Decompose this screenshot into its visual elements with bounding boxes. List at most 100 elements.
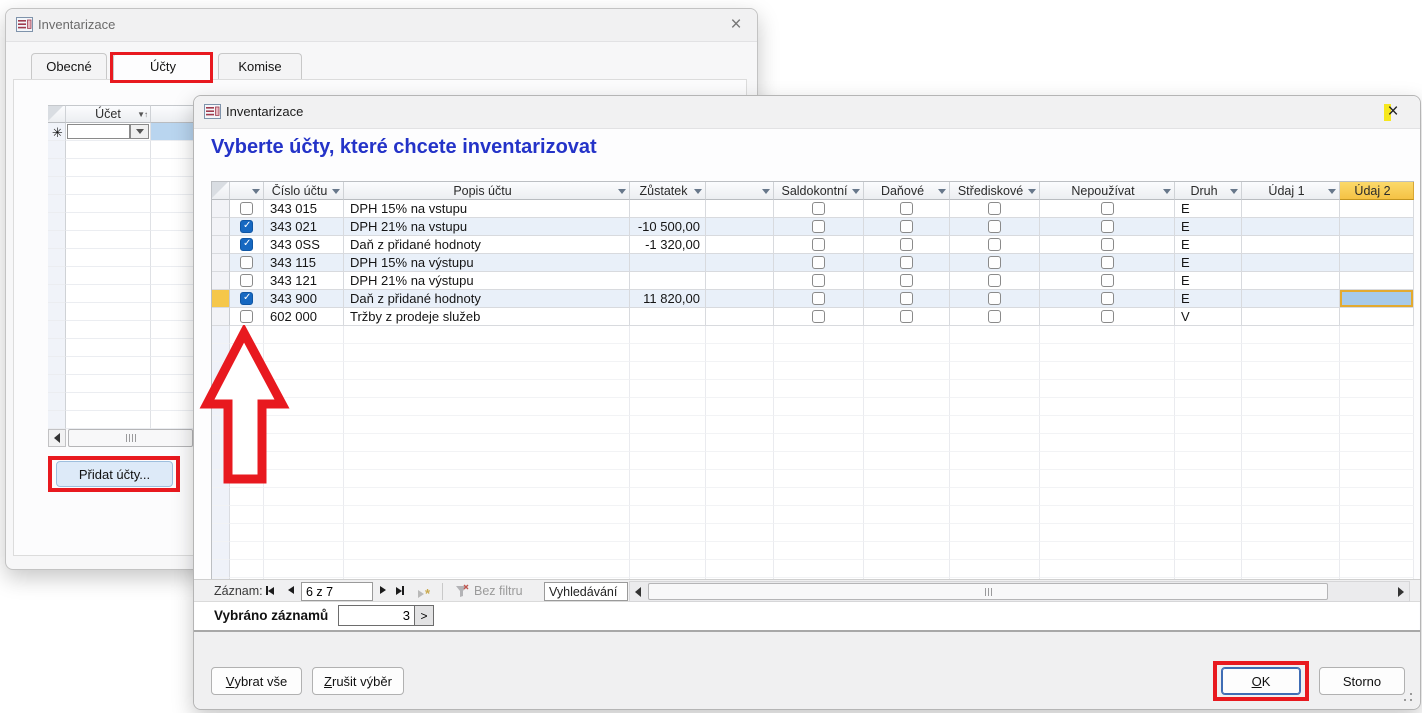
- empty-grid-cell[interactable]: [950, 362, 1040, 380]
- new-record-selector[interactable]: ✳: [48, 123, 66, 141]
- previous-record-button[interactable]: [288, 586, 294, 594]
- empty-grid-cell[interactable]: [706, 362, 774, 380]
- empty-grid-cell[interactable]: [864, 326, 950, 344]
- empty-grid-cell[interactable]: [630, 452, 706, 470]
- record-position-box[interactable]: [301, 582, 373, 601]
- cell-udaj1[interactable]: [1242, 200, 1340, 218]
- empty-grid-cell[interactable]: [230, 524, 264, 542]
- empty-grid-cell[interactable]: [344, 434, 630, 452]
- expand-selection-button[interactable]: >: [414, 605, 434, 626]
- dialog-titlebar[interactable]: Inventarizace ×: [194, 96, 1420, 129]
- cell-account-number[interactable]: 602 000: [264, 308, 344, 326]
- empty-grid-cell[interactable]: [344, 560, 630, 578]
- checkbox-checked[interactable]: [240, 292, 253, 305]
- filter-dropdown-icon[interactable]: [852, 189, 860, 194]
- mini-empty-cell[interactable]: [48, 195, 66, 213]
- empty-grid-cell[interactable]: [1175, 380, 1242, 398]
- column-header-blank[interactable]: [230, 182, 264, 200]
- filter-dropdown-icon[interactable]: [1163, 189, 1171, 194]
- empty-grid-cell[interactable]: [1242, 560, 1340, 578]
- cell-balance[interactable]: [630, 272, 706, 290]
- empty-grid-cell[interactable]: [1040, 470, 1175, 488]
- mini-empty-cell[interactable]: [66, 231, 151, 249]
- checkbox-checked[interactable]: [240, 238, 253, 251]
- cell-blank[interactable]: [706, 254, 774, 272]
- empty-grid-cell[interactable]: [230, 560, 264, 578]
- empty-grid-cell[interactable]: [774, 326, 864, 344]
- mini-empty-cell[interactable]: [66, 357, 151, 375]
- cell-saldokontni[interactable]: [774, 272, 864, 290]
- mini-empty-cell[interactable]: [66, 177, 151, 195]
- empty-grid-cell[interactable]: [950, 434, 1040, 452]
- checkbox-unchecked[interactable]: [988, 220, 1001, 233]
- empty-grid-cell[interactable]: [774, 560, 864, 578]
- cell-saldokontni[interactable]: [774, 290, 864, 308]
- empty-grid-cell[interactable]: [706, 416, 774, 434]
- empty-grid-cell[interactable]: [774, 380, 864, 398]
- checkbox-unchecked[interactable]: [812, 238, 825, 251]
- mini-empty-cell[interactable]: [66, 393, 151, 411]
- empty-grid-cell[interactable]: [706, 542, 774, 560]
- empty-grid-cell[interactable]: [630, 434, 706, 452]
- empty-grid-cell[interactable]: [630, 398, 706, 416]
- row-selector[interactable]: [212, 308, 230, 326]
- empty-grid-cell[interactable]: [630, 344, 706, 362]
- checkbox-unchecked[interactable]: [988, 256, 1001, 269]
- empty-grid-cell[interactable]: [706, 524, 774, 542]
- checkbox-unchecked[interactable]: [988, 238, 1001, 251]
- empty-grid-cell[interactable]: [1175, 488, 1242, 506]
- empty-grid-cell[interactable]: [1175, 416, 1242, 434]
- cancel-button[interactable]: Storno: [1319, 667, 1405, 695]
- column-header-daňové[interactable]: Daňové: [864, 182, 950, 200]
- empty-grid-cell[interactable]: [864, 416, 950, 434]
- empty-grid-cell[interactable]: [630, 470, 706, 488]
- column-header-číslo-účtu[interactable]: Číslo účtu: [264, 182, 344, 200]
- empty-grid-cell[interactable]: [1175, 542, 1242, 560]
- empty-grid-cell[interactable]: [1040, 416, 1175, 434]
- cell-strediskove[interactable]: [950, 200, 1040, 218]
- mini-grid-corner[interactable]: [48, 105, 66, 123]
- cell-account-number[interactable]: 343 121: [264, 272, 344, 290]
- mini-scrollbar-left-arrow[interactable]: [48, 429, 66, 447]
- empty-grid-cell[interactable]: [1242, 542, 1340, 560]
- cell-nepouzivat[interactable]: [1040, 218, 1175, 236]
- checkbox-unchecked[interactable]: [988, 310, 1001, 323]
- empty-grid-cell[interactable]: [1040, 524, 1175, 542]
- checkbox-unchecked[interactable]: [240, 202, 253, 215]
- filter-dropdown-icon[interactable]: [762, 189, 770, 194]
- row-checkbox-cell[interactable]: [230, 308, 264, 326]
- next-record-button[interactable]: [380, 586, 386, 594]
- empty-grid-cell[interactable]: [1340, 434, 1414, 452]
- empty-grid-cell[interactable]: [1175, 326, 1242, 344]
- empty-grid-cell[interactable]: [344, 326, 630, 344]
- checkbox-unchecked[interactable]: [900, 310, 913, 323]
- empty-grid-cell[interactable]: [950, 470, 1040, 488]
- empty-grid-cell[interactable]: [864, 362, 950, 380]
- checkbox-unchecked[interactable]: [240, 310, 253, 323]
- checkbox-unchecked[interactable]: [1101, 310, 1114, 323]
- cell-strediskove[interactable]: [950, 254, 1040, 272]
- empty-grid-cell[interactable]: [864, 452, 950, 470]
- empty-grid-cell[interactable]: [950, 560, 1040, 578]
- cell-udaj2[interactable]: [1340, 218, 1414, 236]
- last-record-button[interactable]: [396, 586, 404, 595]
- empty-grid-cell[interactable]: [774, 416, 864, 434]
- row-selector[interactable]: [212, 272, 230, 290]
- column-header-saldokontní[interactable]: Saldokontní: [774, 182, 864, 200]
- mini-empty-cell[interactable]: [48, 321, 66, 339]
- select-all-button[interactable]: Vybrat vše: [211, 667, 302, 695]
- empty-grid-cell[interactable]: [706, 506, 774, 524]
- empty-grid-cell[interactable]: [706, 488, 774, 506]
- mini-empty-cell[interactable]: [48, 339, 66, 357]
- mini-empty-cell[interactable]: [48, 411, 66, 429]
- column-header-blank[interactable]: [706, 182, 774, 200]
- cell-account-description[interactable]: Tržby z prodeje služeb: [344, 308, 630, 326]
- checkbox-unchecked[interactable]: [812, 256, 825, 269]
- mini-empty-cell[interactable]: [48, 231, 66, 249]
- empty-grid-cell[interactable]: [212, 560, 230, 578]
- account-combo-input[interactable]: [67, 124, 130, 139]
- mini-empty-cell[interactable]: [66, 321, 151, 339]
- empty-grid-cell[interactable]: [864, 542, 950, 560]
- empty-grid-cell[interactable]: [630, 542, 706, 560]
- selected-records-count[interactable]: [338, 605, 415, 626]
